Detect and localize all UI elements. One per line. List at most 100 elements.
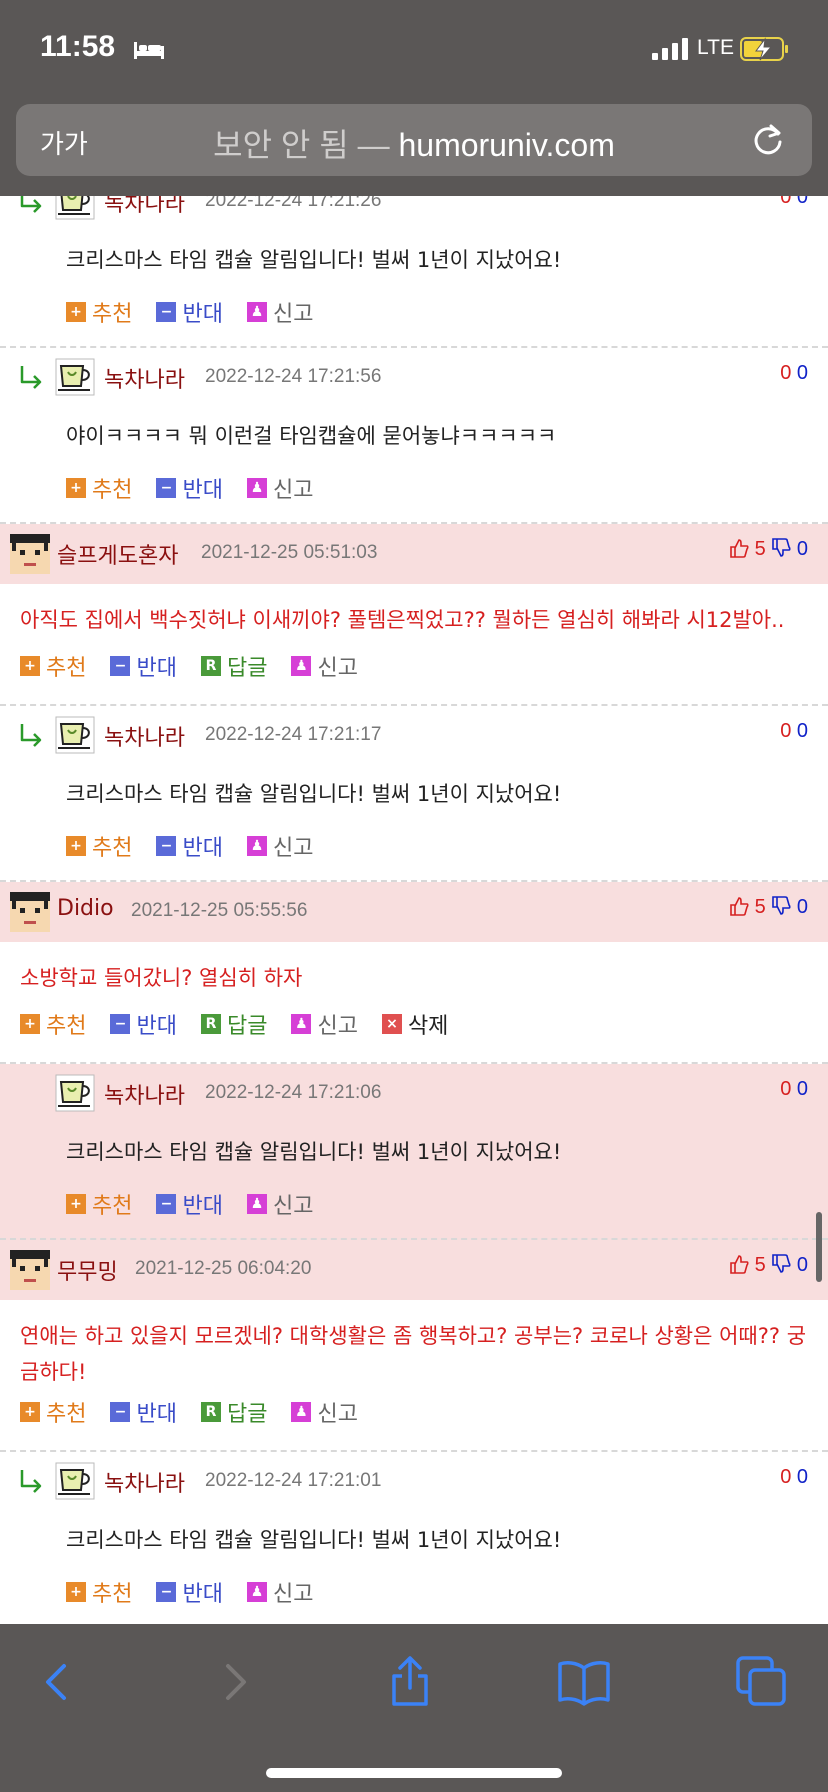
recommend-button[interactable]: + 추천	[66, 1188, 132, 1220]
recommend-button[interactable]: + 추천	[66, 1576, 132, 1608]
report-button[interactable]: ♟ 신고	[246, 472, 313, 504]
comment-nickname[interactable]: 녹차나라	[104, 362, 185, 394]
comment: 슬프게도혼자 2021-12-25 05:51:03 5 0 아직도 집에서 백수짓…	[0, 524, 828, 706]
address-bar[interactable]: 가가 보안 안 됨 — humoruniv.com	[16, 104, 812, 176]
comment-text: 연애는 하고 있을지 모르겠네? 대학생활은 좀 행복하고? 공부는? 코로나 …	[20, 1324, 807, 1384]
vote-counts: 5 0	[729, 538, 808, 561]
avatar-face-icon[interactable]	[10, 892, 50, 932]
oppose-button-label: 반대	[136, 1402, 177, 1427]
delete-button[interactable]: × 삭제	[381, 1008, 448, 1040]
url-separator: —	[348, 127, 399, 163]
comment-nickname[interactable]: 무무밍	[57, 1254, 118, 1286]
recommend-button-label: 추천	[92, 836, 133, 861]
avatar-face-icon[interactable]	[10, 534, 50, 574]
comment-header: 무무밍 2021-12-25 06:04:20 5 0	[0, 1240, 828, 1300]
report-button[interactable]: ♟ 신고	[291, 1008, 358, 1040]
oppose-button[interactable]: − 반대	[156, 1576, 223, 1608]
comment-nickname[interactable]: 녹차나라	[104, 1078, 185, 1110]
comment-date: 2021-12-25 06:04:20	[135, 1258, 312, 1279]
up-count: 5	[749, 538, 766, 560]
avatar-teacup-icon[interactable]	[55, 716, 95, 754]
scrollbar[interactable]	[816, 1212, 822, 1282]
oppose-button[interactable]: − 반대	[156, 1188, 223, 1220]
avatar-teacup-icon[interactable]	[55, 1462, 95, 1500]
thumbs-down-icon[interactable]	[771, 538, 791, 558]
comment-nickname[interactable]: 녹차나라	[104, 196, 185, 218]
thumbs-up-icon[interactable]	[729, 538, 749, 558]
comment-nickname[interactable]: 녹차나라	[104, 1466, 185, 1498]
report-button[interactable]: ♟ 신고	[291, 650, 358, 682]
avatar-face-icon[interactable]	[10, 1250, 50, 1290]
back-icon[interactable]	[30, 1654, 86, 1710]
vote-counts: 0 0	[780, 362, 808, 385]
vote-counts: 0 0	[780, 720, 808, 743]
recommend-button[interactable]: + 추천	[66, 830, 132, 862]
plus-icon: +	[20, 1014, 40, 1034]
down-count: 0	[796, 1466, 808, 1488]
report-button[interactable]: ♟ 신고	[246, 1576, 314, 1608]
recommend-button[interactable]: + 추천	[20, 1008, 86, 1040]
report-button[interactable]: ♟ 신고	[246, 830, 313, 862]
reply-r-icon: R	[200, 656, 221, 676]
home-indicator[interactable]	[266, 1768, 562, 1778]
reply-button[interactable]: R 답글	[200, 1396, 268, 1428]
recommend-button[interactable]: + 추천	[20, 1396, 86, 1428]
avatar-teacup-icon[interactable]	[55, 1074, 95, 1112]
recommend-button[interactable]: + 추천	[66, 472, 132, 504]
battery-charging-icon	[740, 37, 788, 61]
report-button-label: 신고	[272, 1582, 314, 1607]
oppose-button[interactable]: − 반대	[156, 830, 223, 862]
comment-actions: + 추천 − 반대 ♟ 신고	[0, 1182, 828, 1238]
comment-nickname[interactable]: 녹차나라	[104, 720, 185, 752]
report-button[interactable]: ♟ 신고	[246, 296, 314, 328]
bookmarks-icon[interactable]	[556, 1654, 612, 1710]
comment-actions: + 추천 − 반대 ♟ 신고	[0, 1570, 828, 1624]
comment-date: 2022-12-24 17:21:06	[205, 1082, 382, 1103]
avatar-teacup-icon[interactable]	[55, 196, 95, 220]
up-count: 5	[749, 1254, 766, 1276]
share-icon[interactable]	[382, 1654, 438, 1710]
down-count: 0	[791, 896, 808, 918]
browser-top-bar: 11:58 LTE 가가 보안 안 됨 — humoruniv.com	[0, 0, 828, 196]
reply-button-label: 답글	[226, 656, 268, 681]
tabs-icon[interactable]	[734, 1654, 790, 1710]
comment-actions: + 추천 − 반대 R 답글 ♟ 신고	[0, 644, 828, 704]
report-icon: ♟	[291, 1402, 312, 1422]
sleep-focus-icon	[134, 42, 164, 59]
reload-icon[interactable]	[750, 122, 786, 158]
reply-button[interactable]: R 답글	[200, 650, 268, 682]
comment-nickname[interactable]: Didio	[57, 896, 114, 921]
down-count: 0	[796, 196, 808, 208]
oppose-button[interactable]: − 반대	[110, 1008, 177, 1040]
recommend-button[interactable]: + 추천	[66, 296, 132, 328]
recommend-button-label: 추천	[92, 1582, 133, 1607]
minus-icon: −	[156, 478, 177, 498]
comment-header: 슬프게도혼자 2021-12-25 05:51:03 5 0	[0, 524, 828, 584]
oppose-button[interactable]: − 반대	[156, 296, 223, 328]
report-button[interactable]: ♟ 신고	[291, 1396, 358, 1428]
thumbs-up-icon[interactable]	[729, 896, 749, 916]
thumbs-down-icon[interactable]	[771, 896, 791, 916]
thumbs-down-icon[interactable]	[771, 1254, 791, 1274]
report-icon: ♟	[246, 1582, 267, 1602]
comment-nickname[interactable]: 슬프게도혼자	[57, 538, 178, 570]
comment-text: 크리스마스 타임 캡슐 알림입니다! 벌써 1년이 지났어요!	[66, 1140, 562, 1164]
url-display[interactable]: 보안 안 됨 — humoruniv.com	[16, 120, 812, 166]
network-label: LTE	[697, 36, 734, 59]
reply-button[interactable]: R 답글	[200, 1008, 267, 1040]
minus-icon: −	[156, 1582, 177, 1602]
report-icon: ♟	[291, 1014, 312, 1034]
forward-icon[interactable]	[206, 1654, 262, 1710]
thumbs-up-icon[interactable]	[729, 1254, 749, 1274]
oppose-button[interactable]: − 반대	[110, 1396, 177, 1428]
comment-date: 2021-12-25 05:51:03	[201, 542, 378, 563]
report-button-label: 신고	[272, 302, 314, 327]
oppose-button[interactable]: − 반대	[156, 472, 223, 504]
oppose-button[interactable]: − 반대	[110, 650, 177, 682]
report-button[interactable]: ♟ 신고	[246, 1188, 313, 1220]
plus-icon: +	[66, 836, 86, 856]
reply-button-label: 답글	[226, 1402, 268, 1427]
avatar-teacup-icon[interactable]	[55, 358, 95, 396]
recommend-button[interactable]: + 추천	[20, 650, 86, 682]
reply-comment: 녹차나라 2022-12-24 17:21:17 0 0 크리스마스 타임 캡슐 알림…	[0, 706, 828, 882]
